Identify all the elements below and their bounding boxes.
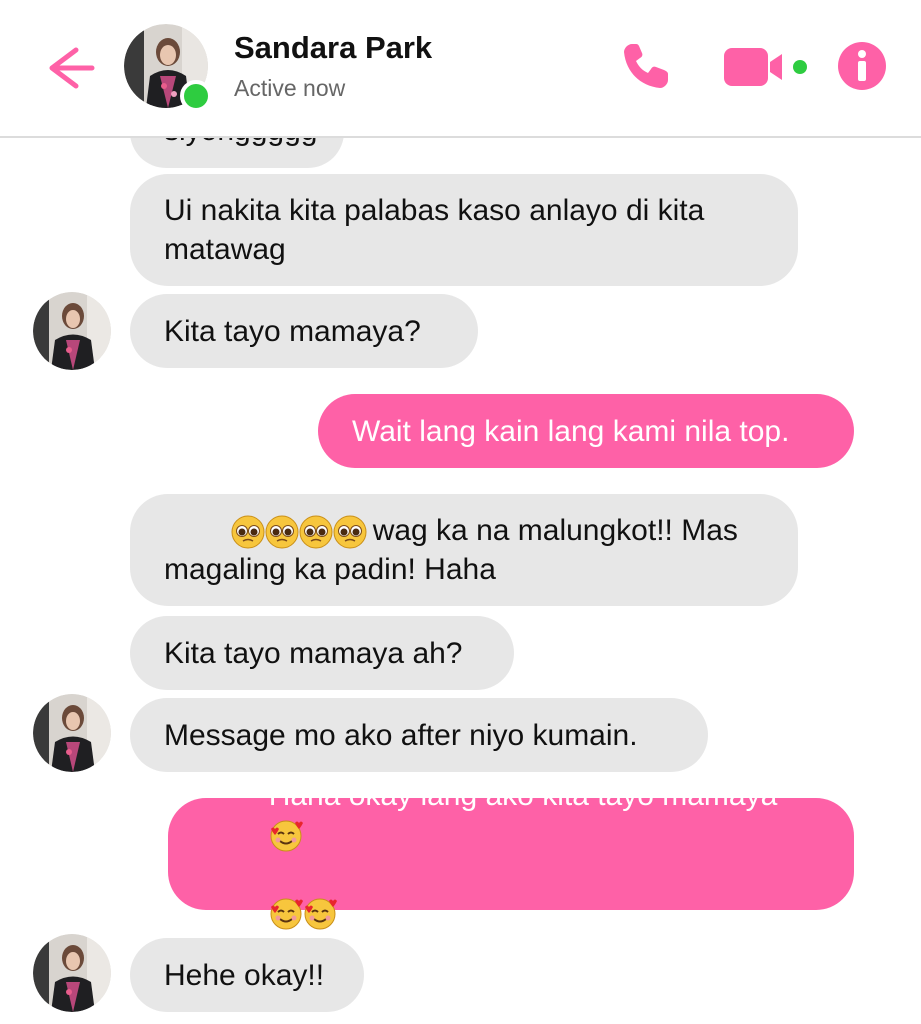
contact-avatar[interactable] bbox=[124, 24, 212, 112]
phone-icon bbox=[624, 44, 668, 88]
message-text: Hehe okay!! bbox=[164, 958, 325, 992]
contact-status: Active now bbox=[234, 75, 346, 101]
smiling-face-with-hearts-icon bbox=[304, 898, 337, 930]
video-call-button[interactable] bbox=[722, 44, 814, 90]
message-bubble-incoming[interactable]: Kita tayo mamaya ah? bbox=[130, 616, 514, 690]
emoji-group bbox=[231, 515, 367, 549]
smiling-face-with-hearts-icon bbox=[270, 898, 303, 930]
video-camera-icon bbox=[724, 48, 807, 86]
sender-avatar[interactable] bbox=[33, 934, 111, 1012]
chat-header: Sandara Park Active now bbox=[0, 0, 921, 138]
sender-avatar[interactable] bbox=[33, 292, 111, 370]
message-text: wag ka na malungkot!! Mas magaling ka pa… bbox=[164, 472, 764, 628]
message-text: Wait lang kain lang kami nila top. bbox=[352, 414, 790, 448]
message-bubble-incoming[interactable]: Hehe okay!! bbox=[130, 938, 364, 1012]
message-text: siyonggggg bbox=[164, 136, 317, 150]
message-bubble-outgoing[interactable]: Haha okay lang ako kita tayo mamaya bbox=[168, 779, 854, 930]
pleading-face-icon bbox=[231, 515, 265, 549]
message-bubble-outgoing[interactable]: Wait lang kain lang kami nila top. bbox=[318, 394, 854, 468]
message-bubble-incoming[interactable]: siyonggggg bbox=[130, 136, 344, 168]
pleading-face-icon bbox=[333, 515, 367, 549]
call-button[interactable] bbox=[618, 38, 674, 94]
message-text: Kita tayo mamaya ah? bbox=[164, 636, 463, 670]
message-list[interactable]: siyonggggg Ui nakita kita palabas kaso a… bbox=[0, 136, 921, 1024]
pleading-face-icon bbox=[299, 515, 333, 549]
messenger-chat-screen: Sandara Park Active now siyongg bbox=[0, 0, 921, 1024]
message-text: Kita tayo mamaya? bbox=[164, 314, 421, 348]
sender-avatar[interactable] bbox=[33, 694, 111, 772]
info-icon bbox=[838, 42, 886, 90]
smiling-face-with-hearts-icon bbox=[270, 820, 303, 852]
contact-name[interactable]: Sandara Park bbox=[234, 30, 432, 66]
message-bubble-incoming[interactable]: Ui nakita kita palabas kaso anlayo di ki… bbox=[130, 174, 798, 286]
back-arrow-icon bbox=[49, 47, 95, 89]
pleading-face-icon bbox=[265, 515, 299, 549]
info-button[interactable] bbox=[836, 40, 888, 92]
message-text-body: Haha okay lang ako kita tayo mamaya bbox=[268, 779, 778, 812]
message-text: Haha okay lang ako kita tayo mamaya bbox=[202, 737, 777, 971]
message-bubble-incoming[interactable]: wag ka na malungkot!! Mas magaling ka pa… bbox=[130, 494, 798, 606]
online-status-dot bbox=[180, 80, 212, 112]
message-text: Ui nakita kita palabas kaso anlayo di ki… bbox=[164, 194, 713, 266]
back-button[interactable] bbox=[42, 40, 98, 96]
message-bubble-incoming[interactable]: Kita tayo mamaya? bbox=[130, 294, 478, 368]
